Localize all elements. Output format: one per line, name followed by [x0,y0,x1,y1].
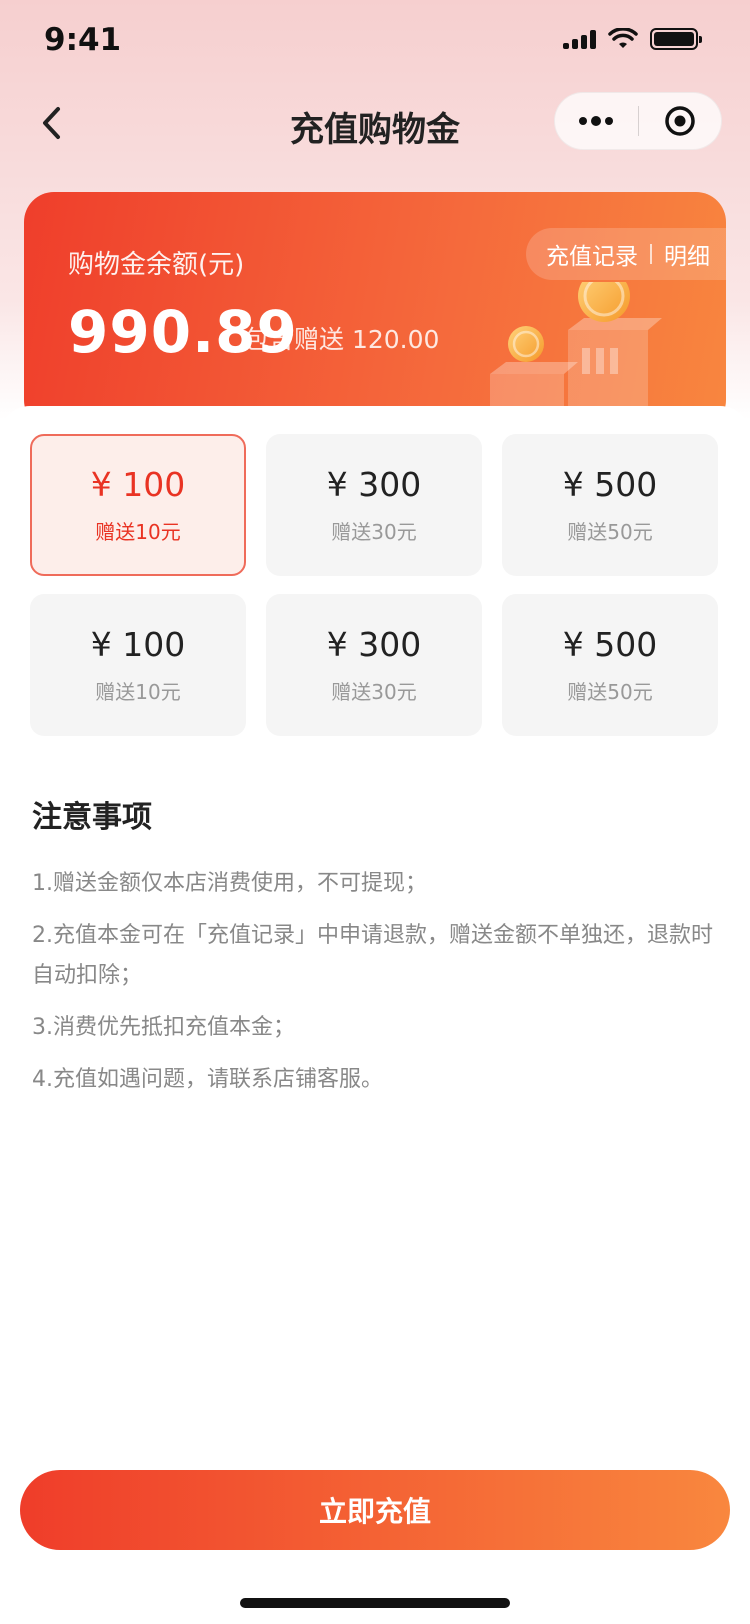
more-button[interactable] [555,92,638,150]
recharge-panel: ¥ 100 赠送10元 ¥ 300 赠送30元 ¥ 500 赠送50元 ¥ 10… [0,406,750,1624]
amount-price: ¥ 500 [562,625,658,664]
notice-item: 4.充值如遇问题，请联系店铺客服。 [32,1067,383,1092]
amount-option[interactable]: ¥ 100 赠送10元 [30,594,246,736]
nav-bar: 充值购物金 [0,88,750,158]
detail-link[interactable]: 明细 [664,237,710,271]
amount-option[interactable]: ¥ 100 赠送10元 [30,434,246,576]
amount-option[interactable]: ¥ 300 赠送30元 [266,434,482,576]
status-time: 9:41 [44,22,122,58]
amount-gift: 赠送10元 [95,520,181,544]
home-indicator [240,1598,510,1608]
balance-bonus-text: 包含赠送 120.00 [244,325,440,354]
notice-item: 3.消费优先抵扣充值本金； [32,1015,295,1040]
miniprogram-capsule [554,92,722,150]
amount-options-grid: ¥ 100 赠送10元 ¥ 300 赠送30元 ¥ 500 赠送50元 ¥ 10… [30,434,720,736]
notice-item: 2.充值本金可在「充值记录」中申请退款，赠送金额不单独还，退款时自动扣除； [32,923,713,988]
target-icon [665,106,695,136]
amount-gift: 赠送30元 [331,680,417,704]
balance-label: 购物金余额(元) [68,250,245,280]
amount-price: ¥ 300 [326,465,422,504]
amount-price: ¥ 100 [90,625,186,664]
close-miniprogram-button[interactable] [639,92,722,150]
status-bar: 9:41 [0,0,750,88]
balance-card: 购物金余额(元) 990.89 包含赠送 120.00 充值记录 明细 [24,192,726,430]
amount-price: ¥ 300 [326,625,422,664]
amount-price: ¥ 100 [90,465,186,504]
wifi-icon [608,28,638,48]
record-links: 充值记录 明细 [526,228,726,280]
status-icons [563,28,702,50]
more-dots-icon [579,116,614,126]
recharge-now-button[interactable]: 立即充值 [20,1470,730,1550]
amount-option[interactable]: ¥ 300 赠送30元 [266,594,482,736]
notice-section: 注意事项 1.赠送金额仅本店消费使用，不可提现； 2.充值本金可在「充值记录」中… [32,792,722,1112]
amount-price: ¥ 500 [562,465,658,504]
notice-title: 注意事项 [32,800,152,835]
battery-icon [650,28,702,50]
amount-gift: 赠送50元 [567,680,653,704]
amount-option[interactable]: ¥ 500 赠送50元 [502,434,718,576]
signal-icon [563,29,596,49]
notice-item: 1.赠送金额仅本店消费使用，不可提现； [32,871,427,896]
amount-option[interactable]: ¥ 500 赠送50元 [502,594,718,736]
amount-gift: 赠送50元 [567,520,653,544]
amount-gift: 赠送30元 [331,520,417,544]
recharge-record-link[interactable]: 充值记录 [546,237,638,271]
amount-gift: 赠送10元 [95,680,181,704]
link-divider [650,244,652,264]
